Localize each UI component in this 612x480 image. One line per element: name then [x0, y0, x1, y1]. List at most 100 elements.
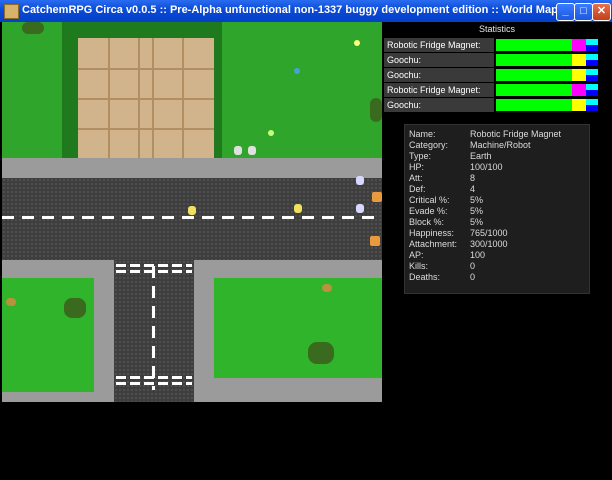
monster-detail-panel: Name: Robotic Fridge Magnet Category: Mach…: [404, 124, 590, 294]
detail-row: Deaths: 0: [409, 272, 589, 283]
tile-line: [78, 98, 214, 100]
tile-line: [152, 38, 154, 158]
minimize-button[interactable]: _: [556, 3, 575, 21]
detail-key: Name:: [409, 129, 436, 139]
statistics-panel: Statistics Robotic Fridge Magnet: Goochu…: [384, 22, 610, 114]
bar-segment-blue: [586, 105, 598, 111]
npc-sprite[interactable]: [356, 204, 364, 213]
hp-bar: [496, 99, 572, 111]
sidewalk-corner: [348, 392, 382, 402]
detail-key: Critical %:: [409, 195, 450, 205]
detail-row: Name: Robotic Fridge Magnet: [409, 129, 589, 140]
lower-right-lot: [214, 278, 382, 378]
bar-segment-blue: [586, 60, 598, 66]
bar-segment-yellow: [572, 54, 586, 66]
maximize-button[interactable]: □: [574, 3, 593, 21]
bottom-sidewalk-left: [2, 392, 94, 402]
detail-row: Category: Machine/Robot: [409, 140, 589, 151]
close-button[interactable]: ✕: [592, 3, 611, 21]
bar-segment-yellow: [572, 99, 586, 111]
npc-sprite[interactable]: [356, 176, 364, 185]
detail-row: Block %: 5%: [409, 217, 589, 228]
party-member-name: Robotic Fridge Magnet:: [384, 38, 494, 52]
detail-key: Happiness:: [409, 228, 455, 238]
detail-key: AP:: [409, 250, 424, 260]
detail-key: Evade %:: [409, 206, 448, 216]
detail-key: Deaths:: [409, 272, 441, 282]
detail-row: Happiness: 765/1000: [409, 228, 589, 239]
detail-row: AP: 100: [409, 250, 589, 261]
party-member-name: Goochu:: [384, 68, 494, 82]
detail-key: HP:: [409, 162, 425, 172]
lower-left-lot: [2, 278, 94, 402]
bar-segment-yellow: [572, 69, 586, 81]
detail-key: Def:: [409, 184, 426, 194]
tile-line: [108, 38, 110, 158]
world-map[interactable]: [2, 22, 382, 402]
npc-sprite[interactable]: [248, 146, 256, 155]
detail-value: 5%: [470, 206, 484, 216]
crosswalk-bottom: [116, 382, 192, 385]
party-member-row[interactable]: Robotic Fridge Magnet:: [384, 38, 610, 52]
traffic-cone: [370, 236, 380, 246]
detail-row: Critical %: 5%: [409, 195, 589, 206]
npc-sprite[interactable]: [234, 146, 242, 155]
bar-segment-magenta: [572, 84, 586, 96]
detail-key: Category:: [409, 140, 449, 150]
flower-bush: [308, 342, 334, 364]
detail-value: Machine/Robot: [470, 140, 531, 150]
road-center-line: [2, 216, 382, 219]
window-title: CatchemRPG Circa v0.0.5 :: Pre-Alpha unf…: [22, 4, 558, 16]
detail-value: 4: [470, 184, 476, 194]
detail-value: Earth: [470, 151, 492, 161]
party-member-name: Goochu:: [384, 98, 494, 112]
statistics-title: Statistics: [478, 24, 515, 34]
tile-line: [78, 68, 214, 70]
detail-key: Kills:: [409, 261, 429, 271]
crosswalk-bottom: [116, 376, 192, 379]
bar-segment-blue: [586, 45, 598, 51]
detail-value: 0: [470, 272, 476, 282]
flower-bush: [370, 98, 382, 122]
crosswalk-top: [116, 270, 192, 273]
crosswalk-top: [116, 264, 192, 267]
rock: [322, 284, 332, 292]
party-member-name: Robotic Fridge Magnet:: [384, 83, 494, 97]
detail-value: Robotic Fridge Magnet: [470, 129, 562, 139]
side-road-center-line: [152, 266, 155, 390]
empty-region: [2, 402, 610, 478]
tile-line: [78, 128, 214, 130]
detail-value: 765/1000: [470, 228, 508, 238]
detail-value: 5%: [470, 195, 484, 205]
detail-row: HP: 100/100: [409, 162, 589, 173]
game-window: CatchemRPG Circa v0.0.5 :: Pre-Alpha unf…: [0, 0, 612, 480]
detail-value: 8: [470, 173, 476, 183]
flower: [294, 68, 300, 74]
player-sprite[interactable]: [188, 206, 196, 215]
detail-row: Kills: 0: [409, 261, 589, 272]
side-road-right-sidewalk: [194, 278, 214, 402]
traffic-cone: [372, 192, 382, 202]
flower: [268, 130, 274, 136]
side-road-left-sidewalk: [94, 278, 114, 402]
upper-sidewalk: [2, 158, 382, 178]
party-member-row[interactable]: Goochu:: [384, 53, 610, 67]
party-member-row[interactable]: Goochu:: [384, 98, 610, 112]
detail-row: Def: 4: [409, 184, 589, 195]
detail-key: Attachment:: [409, 239, 458, 249]
flower-bush: [64, 298, 86, 318]
party-member-row[interactable]: Robotic Fridge Magnet:: [384, 83, 610, 97]
hp-bar: [496, 69, 572, 81]
bar-segment-blue: [586, 90, 598, 96]
npc-sprite[interactable]: [294, 204, 302, 213]
flower-bush: [22, 22, 44, 34]
detail-key: Type:: [409, 151, 432, 161]
detail-row: Evade %: 5%: [409, 206, 589, 217]
flower: [354, 40, 360, 46]
hp-bar: [496, 84, 572, 96]
party-member-name: Goochu:: [384, 53, 494, 67]
bar-segment-magenta: [572, 39, 586, 51]
title-bar[interactable]: CatchemRPG Circa v0.0.5 :: Pre-Alpha unf…: [0, 0, 612, 22]
detail-value: 100/100: [470, 162, 503, 172]
party-member-row[interactable]: Goochu:: [384, 68, 610, 82]
